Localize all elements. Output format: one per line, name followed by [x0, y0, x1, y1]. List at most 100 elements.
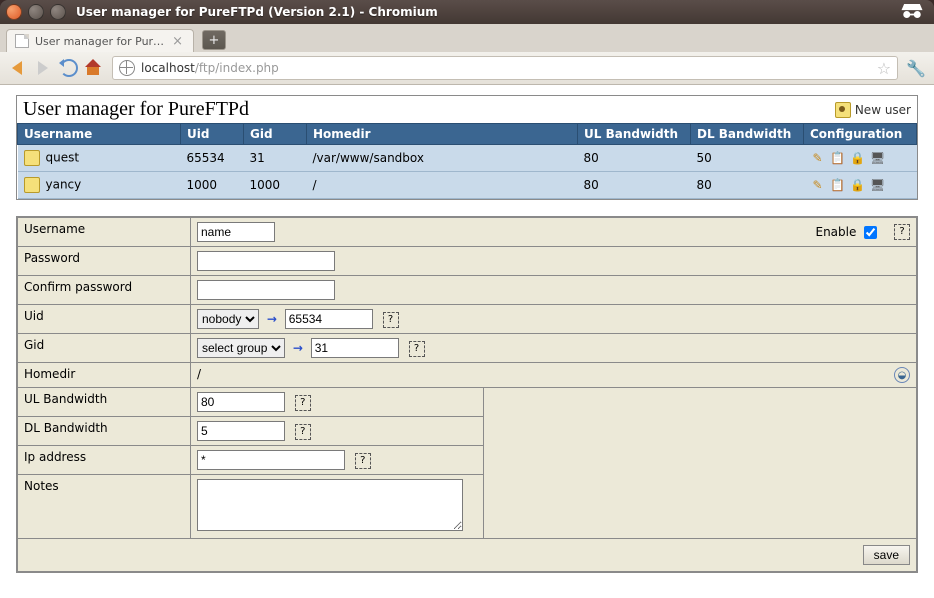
- tab-title: User manager for Pur…: [35, 35, 164, 48]
- help-icon[interactable]: ?: [383, 312, 399, 328]
- settings-wrench-icon[interactable]: 🔧: [906, 59, 926, 78]
- window-close-button[interactable]: [6, 4, 22, 20]
- cell-uid: 1000: [181, 172, 244, 199]
- tab-strip: User manager for Pur… × +: [0, 24, 934, 52]
- cell-username: yancy: [46, 178, 82, 192]
- table-row: quest 6553431/var/www/sandbox8050 ✎📋🔒🖥: [18, 145, 917, 172]
- col-config: Configuration: [804, 124, 917, 145]
- users-table: Username Uid Gid Homedir UL Bandwidth DL…: [17, 123, 917, 199]
- label-homedir: Homedir: [18, 363, 191, 388]
- browser-tab[interactable]: User manager for Pur… ×: [6, 29, 194, 52]
- homedir-value: /: [197, 367, 201, 381]
- window-title: User manager for PureFTPd (Version 2.1) …: [76, 5, 438, 19]
- label-password: Password: [18, 247, 191, 276]
- back-arrow-icon: [12, 61, 22, 75]
- cell-gid: 31: [244, 145, 307, 172]
- page-viewport: User manager for PureFTPd New user Usern…: [0, 85, 934, 598]
- cell-ul: 80: [578, 172, 691, 199]
- gid-number-input[interactable]: [311, 338, 399, 358]
- user-icon: [24, 150, 40, 166]
- col-username: Username: [18, 124, 181, 145]
- label-ul: UL Bandwidth: [18, 388, 191, 417]
- copy-icon[interactable]: 📋: [830, 150, 846, 166]
- col-gid: Gid: [244, 124, 307, 145]
- cell-uid: 65534: [181, 145, 244, 172]
- arrow-right-icon: →: [293, 341, 303, 355]
- home-icon: [87, 61, 103, 75]
- col-homedir: Homedir: [307, 124, 578, 145]
- label-notes: Notes: [18, 475, 191, 539]
- arrow-right-icon: →: [267, 312, 277, 326]
- help-icon[interactable]: ?: [295, 395, 311, 411]
- gid-select[interactable]: select group: [197, 338, 285, 358]
- copy-icon[interactable]: 📋: [830, 177, 846, 193]
- ip-address-input[interactable]: [197, 450, 345, 470]
- directory-picker-icon[interactable]: ◒: [894, 367, 910, 383]
- page-icon: [15, 34, 29, 48]
- ul-bandwidth-input[interactable]: [197, 392, 285, 412]
- enable-checkbox[interactable]: [864, 226, 877, 239]
- label-confirm: Confirm password: [18, 276, 191, 305]
- password-input[interactable]: [197, 251, 335, 271]
- forward-arrow-icon: [38, 61, 48, 75]
- help-icon[interactable]: ?: [894, 224, 910, 240]
- lock-icon[interactable]: 🔒: [850, 150, 866, 166]
- forward-button[interactable]: [34, 59, 52, 77]
- reload-button[interactable]: [60, 59, 78, 77]
- help-icon[interactable]: ?: [295, 424, 311, 440]
- window-maximize-button[interactable]: [50, 4, 66, 20]
- page-title: User manager for PureFTPd: [23, 98, 249, 121]
- lock-icon[interactable]: 🔒: [850, 177, 866, 193]
- new-user-link[interactable]: New user: [835, 102, 911, 118]
- user-form-panel: Username Enable ? Password: [16, 216, 918, 573]
- col-ul: UL Bandwidth: [578, 124, 691, 145]
- incognito-icon: [898, 1, 926, 24]
- notes-textarea[interactable]: [197, 479, 463, 531]
- home-button[interactable]: [86, 59, 104, 77]
- confirm-password-input[interactable]: [197, 280, 335, 300]
- delete-icon[interactable]: 🖥: [870, 150, 886, 166]
- label-dl: DL Bandwidth: [18, 417, 191, 446]
- new-user-label: New user: [855, 103, 911, 117]
- label-ip: Ip address: [18, 446, 191, 475]
- cell-username: quest: [46, 151, 80, 165]
- bookmark-star-icon[interactable]: ☆: [877, 59, 891, 78]
- address-bar[interactable]: localhost/ftp/index.php ☆: [112, 56, 898, 80]
- col-dl: DL Bandwidth: [691, 124, 804, 145]
- browser-toolbar: localhost/ftp/index.php ☆ 🔧: [0, 52, 934, 85]
- col-uid: Uid: [181, 124, 244, 145]
- delete-icon[interactable]: 🖥: [870, 177, 886, 193]
- save-button[interactable]: save: [863, 545, 910, 565]
- username-input[interactable]: [197, 222, 275, 242]
- uid-number-input[interactable]: [285, 309, 373, 329]
- back-button[interactable]: [8, 59, 26, 77]
- edit-icon[interactable]: ✎: [810, 177, 826, 193]
- edit-icon[interactable]: ✎: [810, 150, 826, 166]
- user-icon: [24, 177, 40, 193]
- url-text: localhost/ftp/index.php: [141, 61, 279, 75]
- cell-gid: 1000: [244, 172, 307, 199]
- reload-icon: [60, 59, 78, 77]
- label-gid: Gid: [18, 334, 191, 363]
- cell-dl: 50: [691, 145, 804, 172]
- globe-icon: [119, 60, 135, 76]
- cell-ul: 80: [578, 145, 691, 172]
- window-minimize-button[interactable]: [28, 4, 44, 20]
- table-row: yancy10001000/8080✎📋🔒🖥: [18, 172, 917, 199]
- user-list-panel: User manager for PureFTPd New user Usern…: [16, 95, 918, 200]
- label-enable: Enable: [815, 225, 856, 239]
- help-icon[interactable]: ?: [409, 341, 425, 357]
- new-user-icon: [835, 102, 851, 118]
- dl-bandwidth-input[interactable]: [197, 421, 285, 441]
- window-titlebar: User manager for PureFTPd (Version 2.1) …: [0, 0, 934, 24]
- help-icon[interactable]: ?: [355, 453, 371, 469]
- form-spacer: [484, 388, 917, 539]
- label-username: Username: [18, 218, 191, 247]
- cell-homedir: /: [307, 172, 578, 199]
- tab-close-button[interactable]: ×: [170, 34, 185, 49]
- label-uid: Uid: [18, 305, 191, 334]
- cell-homedir: /var/www/sandbox: [307, 145, 578, 172]
- new-tab-button[interactable]: +: [202, 30, 226, 50]
- cell-dl: 80: [691, 172, 804, 199]
- uid-select[interactable]: nobody: [197, 309, 259, 329]
